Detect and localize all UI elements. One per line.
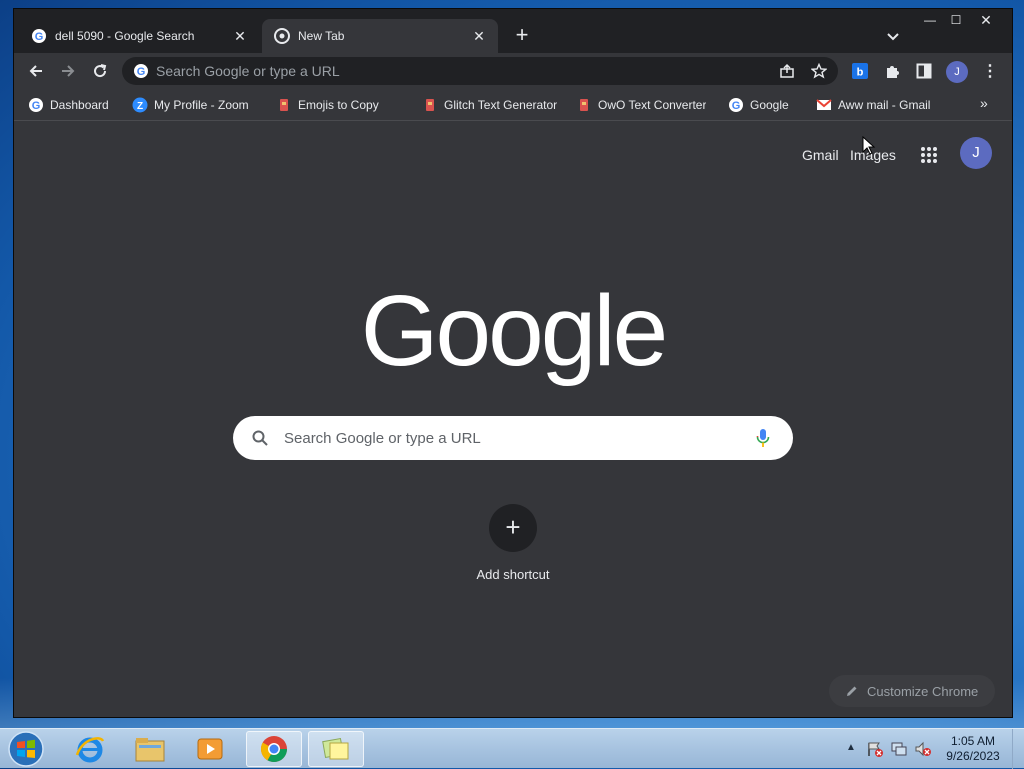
reload-icon <box>94 64 107 78</box>
svg-text:b: b <box>857 67 864 79</box>
forward-button[interactable] <box>56 59 80 83</box>
address-bar[interactable]: G Search Google or type a URL <box>122 57 838 85</box>
chevron-down-icon[interactable] <box>884 27 902 45</box>
clock-time: 1:05 AM <box>950 734 996 748</box>
chrome-icon <box>274 28 290 44</box>
profile-avatar[interactable]: J <box>946 61 968 83</box>
close-icon[interactable]: ✕ <box>231 28 249 45</box>
taskbar: ▲ 1:05 AM 9/26/2023 <box>0 728 1024 769</box>
puzzle-icon[interactable] <box>884 63 900 79</box>
sticky-notes-icon <box>322 737 349 760</box>
tab-title: dell 5090 - Google Search <box>55 29 195 43</box>
mouse-cursor-icon <box>862 136 876 155</box>
profile-avatar[interactable]: J <box>960 137 992 169</box>
tab-google-search[interactable]: G dell 5090 - Google Search ✕ <box>19 19 259 53</box>
bookmark-item[interactable]: Z My Profile - Zoom <box>132 97 264 113</box>
google-icon: G <box>729 98 743 112</box>
bookmarks-bar: G Dashboard Z My Profile - Zoom Emojis t… <box>14 89 1012 121</box>
system-clock[interactable]: 1:05 AM 9/26/2023 <box>944 734 1002 764</box>
customize-chrome-button[interactable]: Customize Chrome <box>829 675 995 707</box>
bookmark-icon <box>280 99 288 111</box>
menu-icon[interactable]: ⋮ <box>982 61 998 83</box>
folder-icon <box>135 738 165 762</box>
pencil-icon <box>847 686 857 696</box>
toolbar: G Search Google or type a URL b J ⋮ <box>14 53 1012 89</box>
address-placeholder: Search Google or type a URL <box>156 63 340 79</box>
svg-text:Z: Z <box>137 101 143 112</box>
add-shortcut-label: Add shortcut <box>476 567 550 582</box>
google-icon: G <box>32 29 46 43</box>
bookmark-item[interactable]: Aww mail - Gmail <box>816 97 952 113</box>
chrome-window: G dell 5090 - Google Search ✕ New Tab ✕ … <box>13 8 1013 718</box>
side-panel-icon[interactable] <box>916 63 932 79</box>
new-tab-page: Gmail Images J Google Search Google or t… <box>14 121 1012 717</box>
taskbar-chrome[interactable] <box>246 731 302 767</box>
bookmark-icon <box>426 99 434 111</box>
taskbar-internet-explorer[interactable] <box>62 731 118 767</box>
bookmark-item[interactable]: G Google <box>728 97 804 113</box>
tab-strip: G dell 5090 - Google Search ✕ New Tab ✕ … <box>14 9 1012 53</box>
arrow-left-icon <box>29 65 42 77</box>
bookmark-item[interactable]: Emojis to Copy <box>276 97 408 113</box>
new-tab-button[interactable]: + <box>510 24 534 48</box>
search-icon <box>252 430 268 446</box>
close-window-button[interactable]: ✕ <box>972 11 1000 29</box>
chevron-right-icon[interactable]: » <box>980 95 988 111</box>
close-icon[interactable]: ✕ <box>470 28 488 45</box>
add-shortcut-button[interactable]: + <box>489 504 537 552</box>
gmail-icon <box>816 99 832 110</box>
star-icon[interactable] <box>811 63 827 79</box>
chrome-icon <box>260 736 288 763</box>
google-icon: G <box>134 64 148 78</box>
tab-title: New Tab <box>298 29 345 43</box>
bookmark-item[interactable]: Glitch Text Generator <box>422 97 562 113</box>
apps-grid-icon[interactable] <box>920 146 938 164</box>
extension-b-icon[interactable]: b <box>852 63 868 79</box>
clock-date: 9/26/2023 <box>946 749 1000 763</box>
bookmark-icon <box>580 99 588 111</box>
svg-text:G: G <box>32 100 41 112</box>
arrow-right-icon <box>62 65 75 77</box>
windows-start-icon[interactable] <box>6 730 46 768</box>
search-box[interactable]: Search Google or type a URL <box>233 416 793 460</box>
media-player-icon <box>197 738 223 760</box>
show-desktop-button[interactable] <box>1012 729 1024 769</box>
bookmark-item[interactable]: OwO Text Converter <box>576 97 716 113</box>
maximize-button[interactable]: ☐ <box>942 11 970 29</box>
gmail-link[interactable]: Gmail <box>802 147 839 163</box>
share-icon[interactable] <box>779 63 795 79</box>
internet-explorer-icon <box>75 737 105 763</box>
reload-button[interactable] <box>88 59 112 83</box>
taskbar-media-player[interactable] <box>182 731 238 767</box>
taskbar-sticky-notes[interactable] <box>308 731 364 767</box>
svg-text:G: G <box>137 66 146 78</box>
zoom-icon: Z <box>132 97 148 113</box>
minimize-button[interactable]: — <box>916 11 944 29</box>
tray-expand-icon[interactable]: ▲ <box>846 742 856 753</box>
volume-muted-icon[interactable] <box>914 741 932 757</box>
bookmark-item[interactable]: G Dashboard <box>28 97 118 113</box>
flag-icon[interactable] <box>866 741 884 757</box>
svg-text:G: G <box>732 100 741 112</box>
search-placeholder: Search Google or type a URL <box>284 430 481 447</box>
svg-text:G: G <box>35 31 44 43</box>
customize-label: Customize Chrome <box>867 683 979 699</box>
google-icon: G <box>29 98 43 112</box>
back-button[interactable] <box>24 59 48 83</box>
tab-new-tab[interactable]: New Tab ✕ <box>262 19 498 53</box>
microphone-icon[interactable] <box>755 428 771 448</box>
network-icon[interactable] <box>890 741 908 757</box>
taskbar-file-explorer[interactable] <box>122 731 178 767</box>
google-logo: Google <box>360 275 668 387</box>
